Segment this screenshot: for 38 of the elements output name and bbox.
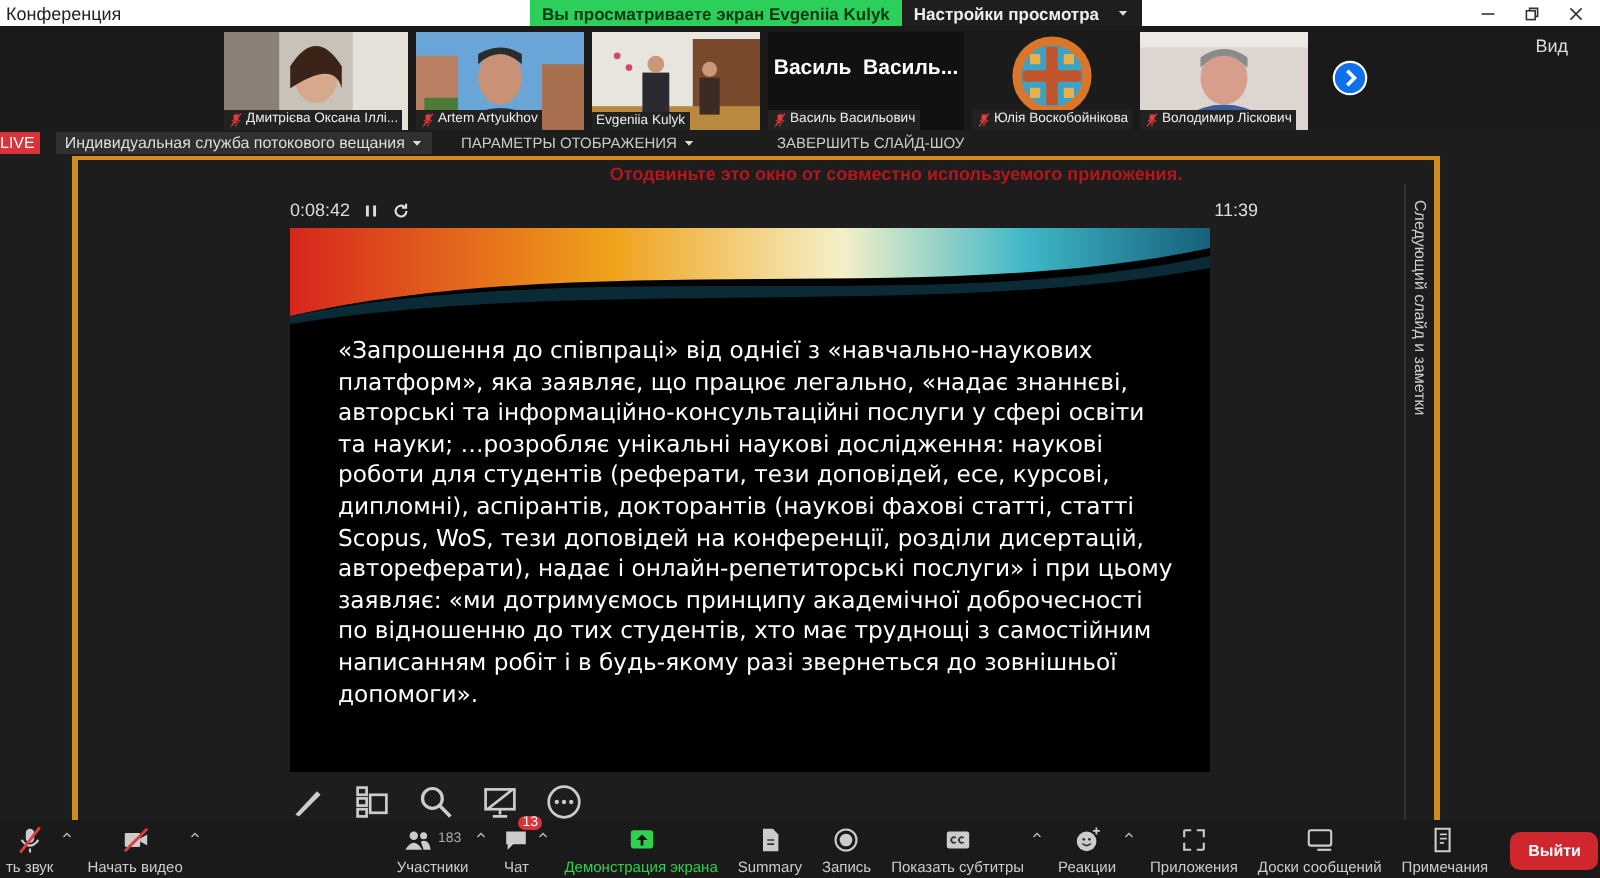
participant-display-name: Василь Василь... <box>773 56 959 80</box>
caret-icon <box>1115 6 1130 20</box>
warning-text: Отодвиньте это окно от совместно используемого приложения. <box>609 164 1183 184</box>
window-title: Конференция <box>4 3 124 23</box>
live-badge: LIVE <box>0 132 41 154</box>
close-icon[interactable] <box>1568 5 1584 21</box>
apps-icon <box>1179 825 1208 853</box>
caret-icon[interactable] <box>474 828 489 842</box>
caret-icon[interactable] <box>188 828 203 842</box>
restart-icon[interactable] <box>392 201 411 219</box>
caret-icon[interactable] <box>59 828 74 842</box>
next-slide-panel-label[interactable]: Следующий слайд и заметки <box>1411 200 1429 420</box>
caret-icon[interactable] <box>1030 828 1045 842</box>
view-button[interactable]: Вид <box>1523 34 1580 58</box>
search-icon[interactable] <box>418 784 454 820</box>
clock-time: 11:39 <box>1214 200 1258 220</box>
layout-icon[interactable] <box>354 784 390 820</box>
next-page-button[interactable] <box>1332 60 1368 96</box>
share-banner: Вы просматриваете экран Evgeniia Kulyk <box>530 0 902 26</box>
whiteboard-icon <box>1305 825 1334 853</box>
video-off-icon <box>121 825 150 853</box>
caret-icon[interactable] <box>536 828 551 842</box>
record-icon <box>832 825 861 853</box>
caret-icon[interactable] <box>1122 828 1137 842</box>
restore-icon[interactable] <box>1524 5 1540 21</box>
smiley-icon <box>1073 825 1102 853</box>
slide-text: «Запрошення до співпраці» від однієї з «навчально-наукових платформ», яка заявляє, що працює легально, «надає знаннєві, авторські та інформаційно-консультаційні послуги у сфері освіти та науки; …розробляє унікальні наукові дослідження: наукові роботи для студентів (реферати, тези доповідей, есе, курсові, дипломні), аспірантів, докторантів (наукові фахові статті, статті Scopus, WoS, тези доповідей на конференції, розділи дисертацій, автореферати), надає і онлайн-репетиторські послуги» і при цьому заявляє: «ми дотримуємось принципу академічної доброчесності по відношенню до тих студентів, хто має труднощі з самостійним написанням робіт і в будь-якому разі звернеться до зовнішньої допомоги». <box>338 336 1174 711</box>
leave-button[interactable]: Выйти <box>1510 831 1599 869</box>
share-screen-icon <box>627 825 656 853</box>
stream-service-dropdown[interactable]: Индивидуальная служба потокового вещания <box>56 132 433 154</box>
caret-icon <box>682 136 697 150</box>
muted-mic-icon <box>15 825 44 853</box>
view-settings-button[interactable]: Настройки просмотра <box>901 0 1142 26</box>
monitor-icon[interactable] <box>482 784 518 820</box>
pause-icon[interactable] <box>362 201 381 219</box>
more-icon[interactable] <box>546 784 582 820</box>
caret-icon <box>410 136 425 150</box>
elapsed-time: 0:08:42 <box>290 200 351 220</box>
